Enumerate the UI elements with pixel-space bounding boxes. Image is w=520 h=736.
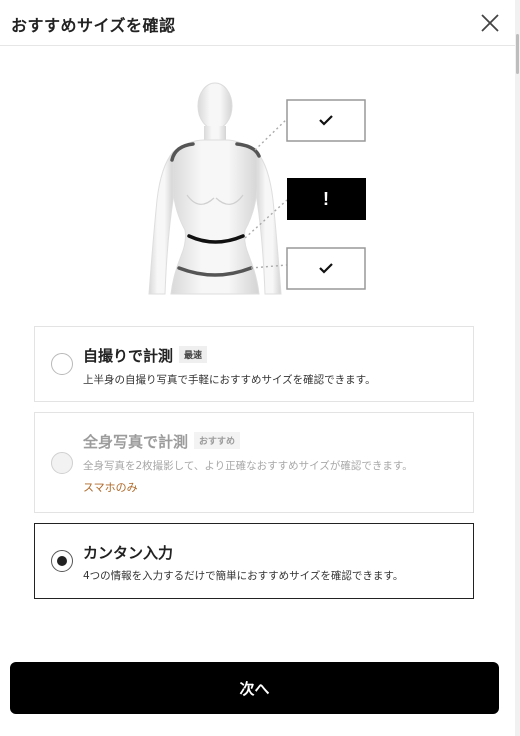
page-title: おすすめサイズを確認: [11, 16, 176, 35]
radio-easy-input[interactable]: [51, 550, 73, 572]
option-description: 全身写真を2枚撮影して、より正確なおすすめサイズが確認できます。: [83, 460, 413, 472]
option-title: カンタン入力: [83, 544, 174, 562]
option-title-text: 自撮りで計測: [83, 347, 174, 365]
scrollbar[interactable]: [515, 0, 520, 736]
hip-marker: [286, 247, 366, 290]
radio-selected-dot: [57, 556, 67, 566]
smartphone-only-note: スマホのみ: [83, 481, 138, 494]
bust-marker: !: [287, 178, 366, 220]
mannequin-figure: [148, 82, 282, 295]
close-button[interactable]: [477, 10, 503, 36]
shoulder-marker: [286, 99, 366, 142]
option-description: 上半身の自撮り写真で手軽におすすめサイズを確認できます。: [83, 374, 376, 386]
option-title-text: 全身写真で計測: [83, 433, 189, 451]
next-button[interactable]: 次へ: [10, 662, 499, 714]
option-selfie-measure[interactable]: 自撮りで計測 最速 上半身の自撮り写真で手軽におすすめサイズを確認できます。: [34, 326, 474, 402]
option-description: 4つの情報を入力するだけで簡単におすすめサイズを確認できます。: [83, 570, 404, 582]
alert-icon: !: [323, 189, 329, 209]
option-title: 全身写真で計測 おすすめ: [83, 431, 241, 452]
option-title: 自撮りで計測 最速: [83, 345, 208, 366]
option-easy-input[interactable]: カンタン入力 4つの情報を入力するだけで簡単におすすめサイズを確認できます。: [34, 523, 474, 599]
size-check-modal: おすすめサイズを確認 ! 自撮りで計測 最速 上半身の自撮り写真で手軽におすすめ…: [0, 0, 515, 736]
option-fullbody-measure: 全身写真で計測 おすすめ 全身写真を2枚撮影して、より正確なおすすめサイズが確認で…: [34, 412, 474, 513]
close-icon: [481, 14, 499, 32]
scrollbar-thumb[interactable]: [516, 34, 519, 74]
modal-header: おすすめサイズを確認: [0, 0, 515, 46]
body-measurement-illustration: !: [135, 70, 395, 300]
radio-selfie[interactable]: [51, 353, 73, 375]
badge-fastest: 最速: [179, 346, 208, 363]
badge-recommended: おすすめ: [194, 432, 241, 449]
radio-fullbody: [51, 452, 73, 474]
